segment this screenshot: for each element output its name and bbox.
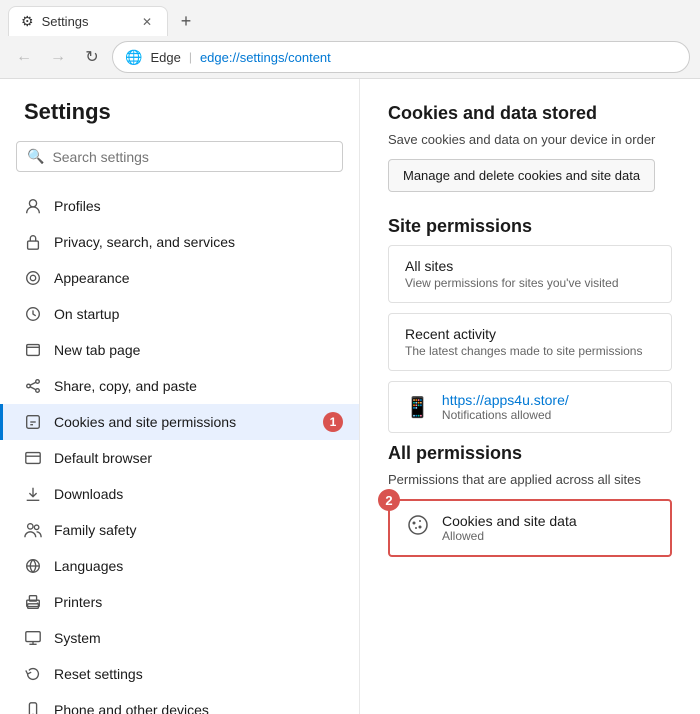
sidebar-title: Settings: [0, 99, 359, 141]
sidebar-item-privacy[interactable]: Privacy, search, and services: [0, 224, 359, 260]
recent-site-icon: 📱: [405, 395, 430, 420]
all-sites-card[interactable]: All sites View permissions for sites you…: [388, 245, 672, 303]
sidebar-item-label: Share, copy, and paste: [54, 378, 197, 394]
sidebar-item-cookies[interactable]: Cookies and site permissions 1: [0, 404, 359, 440]
sidebar-item-label: System: [54, 630, 101, 646]
sidebar-item-family[interactable]: Family safety: [0, 512, 359, 548]
search-input[interactable]: [52, 149, 332, 165]
sidebar-item-label: Downloads: [54, 486, 123, 502]
cookies-card-subtitle: Allowed: [442, 529, 577, 543]
site-permissions-section: Site permissions All sites View permissi…: [388, 216, 672, 433]
refresh-button[interactable]: ↻: [78, 43, 106, 71]
all-permissions-title: All permissions: [388, 443, 672, 464]
privacy-icon: [24, 233, 42, 251]
manage-cookies-button[interactable]: Manage and delete cookies and site data: [388, 159, 655, 192]
badge-1: 1: [323, 412, 343, 432]
sidebar-item-label: Languages: [54, 558, 123, 574]
printers-icon: [24, 593, 42, 611]
sidebar-item-profiles[interactable]: Profiles: [0, 188, 359, 224]
all-permissions-section: All permissions Permissions that are app…: [388, 443, 672, 557]
sidebar-item-system[interactable]: System: [0, 620, 359, 656]
nav-bar: ← → ↻ 🌐 Edge | edge://settings/content: [0, 36, 700, 78]
appearance-icon: [24, 269, 42, 287]
sidebar-item-label: New tab page: [54, 342, 140, 358]
recent-site-status: Notifications allowed: [442, 408, 569, 422]
address-bar[interactable]: 🌐 Edge | edge://settings/content: [112, 41, 690, 73]
recent-activity-title: Recent activity: [405, 326, 655, 342]
startup-icon: [24, 305, 42, 323]
sidebar-item-label: Profiles: [54, 198, 101, 214]
new-tab-button[interactable]: +: [172, 7, 200, 35]
sidebar-item-label: Family safety: [54, 522, 136, 538]
browser-chrome: ⚙ Settings ✕ + ← → ↻ 🌐 Edge | edge://set…: [0, 0, 700, 79]
sidebar-item-label: Printers: [54, 594, 102, 610]
forward-button[interactable]: →: [44, 43, 72, 71]
sidebar-item-browser[interactable]: Default browser: [0, 440, 359, 476]
sidebar-item-label: Cookies and site permissions: [54, 414, 236, 430]
badge-2: 2: [378, 489, 400, 511]
languages-icon: [24, 557, 42, 575]
sidebar-item-label: Phone and other devices: [54, 702, 209, 714]
sidebar-item-languages[interactable]: Languages: [0, 548, 359, 584]
newtab-icon: [24, 341, 42, 359]
family-icon: [24, 521, 42, 539]
sidebar-item-label: Privacy, search, and services: [54, 234, 235, 250]
sidebar-item-reset[interactable]: Reset settings: [0, 656, 359, 692]
url-suffix: /content: [285, 50, 331, 65]
recent-activity-card[interactable]: Recent activity The latest changes made …: [388, 313, 672, 371]
sidebar-item-phone[interactable]: Phone and other devices: [0, 692, 359, 714]
cookies-section-title: Cookies and data stored: [388, 103, 672, 124]
sidebar-item-appearance[interactable]: Appearance: [0, 260, 359, 296]
site-permissions-title: Site permissions: [388, 216, 672, 237]
share-icon: [24, 377, 42, 395]
sidebar-item-printers[interactable]: Printers: [0, 584, 359, 620]
tab-close-button[interactable]: ✕: [139, 14, 155, 30]
search-icon: 🔍: [27, 148, 44, 165]
cookies-card-info: Cookies and site data Allowed: [442, 513, 577, 543]
tab-bar: ⚙ Settings ✕ +: [0, 0, 700, 36]
tab-icon: ⚙: [21, 13, 34, 30]
back-button[interactable]: ←: [10, 43, 38, 71]
cookies-perm-icon: [24, 413, 42, 431]
content-area: Cookies and data stored Save cookies and…: [360, 79, 700, 714]
url-plain: edge://: [200, 50, 240, 65]
address-url: edge://settings/content: [200, 50, 331, 65]
main-layout: Settings 🔍 Profiles Privacy, search, and…: [0, 79, 700, 714]
sidebar-item-share[interactable]: Share, copy, and paste: [0, 368, 359, 404]
tab-title: Settings: [42, 14, 89, 29]
recent-site-url: https://apps4u.store/: [442, 392, 569, 408]
cookies-section-desc: Save cookies and data on your device in …: [388, 132, 672, 147]
profiles-icon: [24, 197, 42, 215]
sidebar-item-label: On startup: [54, 306, 119, 322]
default-browser-icon: [24, 449, 42, 467]
edge-logo-icon: 🌐: [125, 49, 142, 66]
sidebar-item-label: Reset settings: [54, 666, 143, 682]
sidebar-item-startup[interactable]: On startup: [0, 296, 359, 332]
sidebar: Settings 🔍 Profiles Privacy, search, and…: [0, 79, 360, 714]
recent-site-item[interactable]: 📱 https://apps4u.store/ Notifications al…: [388, 381, 672, 433]
all-sites-desc: View permissions for sites you've visite…: [405, 276, 655, 290]
cookies-section: Cookies and data stored Save cookies and…: [388, 103, 672, 216]
cookies-card-icon: [406, 513, 430, 543]
url-bold: settings: [240, 50, 285, 65]
all-permissions-desc: Permissions that are applied across all …: [388, 472, 672, 487]
sidebar-item-newtab[interactable]: New tab page: [0, 332, 359, 368]
search-box[interactable]: 🔍: [16, 141, 343, 172]
cookies-and-site-data-card[interactable]: 2 Cookies and site data Allowed: [388, 499, 672, 557]
sidebar-item-downloads[interactable]: Downloads: [0, 476, 359, 512]
address-prefix: Edge: [150, 50, 180, 65]
cookies-card-title: Cookies and site data: [442, 513, 577, 529]
address-separator: |: [189, 50, 192, 64]
downloads-icon: [24, 485, 42, 503]
all-sites-title: All sites: [405, 258, 655, 274]
reset-icon: [24, 665, 42, 683]
settings-tab[interactable]: ⚙ Settings ✕: [8, 6, 168, 36]
recent-site-info: https://apps4u.store/ Notifications allo…: [442, 392, 569, 422]
recent-activity-desc: The latest changes made to site permissi…: [405, 344, 655, 358]
sidebar-item-label: Appearance: [54, 270, 130, 286]
sidebar-item-label: Default browser: [54, 450, 152, 466]
system-icon: [24, 629, 42, 647]
phone-icon: [24, 701, 42, 714]
